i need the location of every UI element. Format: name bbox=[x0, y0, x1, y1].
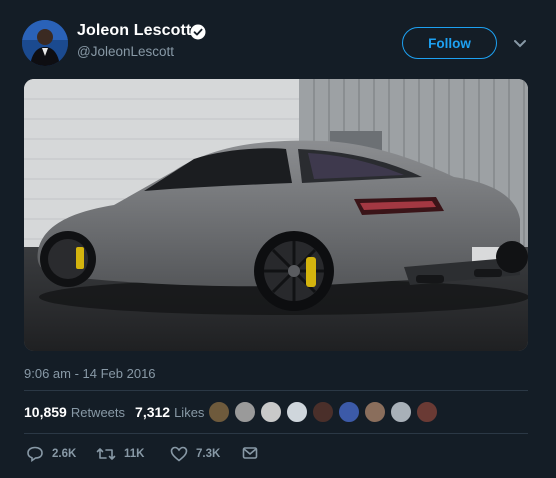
liker-avatar[interactable] bbox=[286, 401, 308, 423]
liker-avatar[interactable] bbox=[416, 401, 438, 423]
like-count: 7.3K bbox=[196, 448, 221, 460]
display-name[interactable]: Joleon Lescott bbox=[77, 22, 191, 40]
avatar[interactable] bbox=[22, 20, 68, 66]
verified-badge-icon bbox=[190, 24, 206, 40]
liker-avatar[interactable] bbox=[312, 401, 334, 423]
divider bbox=[24, 390, 528, 391]
retweet-button[interactable]: 11K bbox=[96, 446, 144, 462]
envelope-icon bbox=[242, 447, 258, 459]
liker-avatar[interactable] bbox=[364, 401, 386, 423]
reply-button[interactable]: 2.6K bbox=[26, 446, 76, 462]
liker-avatar[interactable] bbox=[338, 401, 360, 423]
tweet-card: Joleon Lescott @JoleonLescott Follow 9:0… bbox=[0, 0, 556, 478]
likes-label[interactable]: Likes bbox=[174, 405, 204, 420]
reply-icon bbox=[27, 446, 43, 462]
tweet-photo[interactable] bbox=[24, 79, 528, 351]
follow-button[interactable]: Follow bbox=[402, 27, 497, 59]
liker-avatar[interactable] bbox=[234, 401, 256, 423]
retweets-count[interactable]: 10,859 bbox=[24, 404, 67, 420]
liker-avatar[interactable] bbox=[208, 401, 230, 423]
user-handle[interactable]: @JoleonLescott bbox=[77, 44, 174, 59]
retweet-count: 11K bbox=[124, 448, 145, 460]
retweet-icon bbox=[96, 448, 116, 460]
tweet-timestamp[interactable]: 9:06 am - 14 Feb 2016 bbox=[24, 366, 156, 381]
retweets-label[interactable]: Retweets bbox=[71, 405, 125, 420]
heart-icon bbox=[170, 446, 188, 462]
direct-message-button[interactable] bbox=[242, 446, 266, 460]
chevron-down-icon[interactable] bbox=[512, 38, 528, 50]
reply-count: 2.6K bbox=[52, 448, 77, 460]
liker-avatar[interactable] bbox=[260, 401, 282, 423]
liker-avatar[interactable] bbox=[390, 401, 412, 423]
like-button[interactable]: 7.3K bbox=[170, 446, 220, 462]
divider bbox=[24, 433, 528, 434]
likes-count[interactable]: 7,312 bbox=[135, 404, 170, 420]
engagement-stats: 10,859 Retweets 7,312 Likes bbox=[24, 404, 204, 420]
